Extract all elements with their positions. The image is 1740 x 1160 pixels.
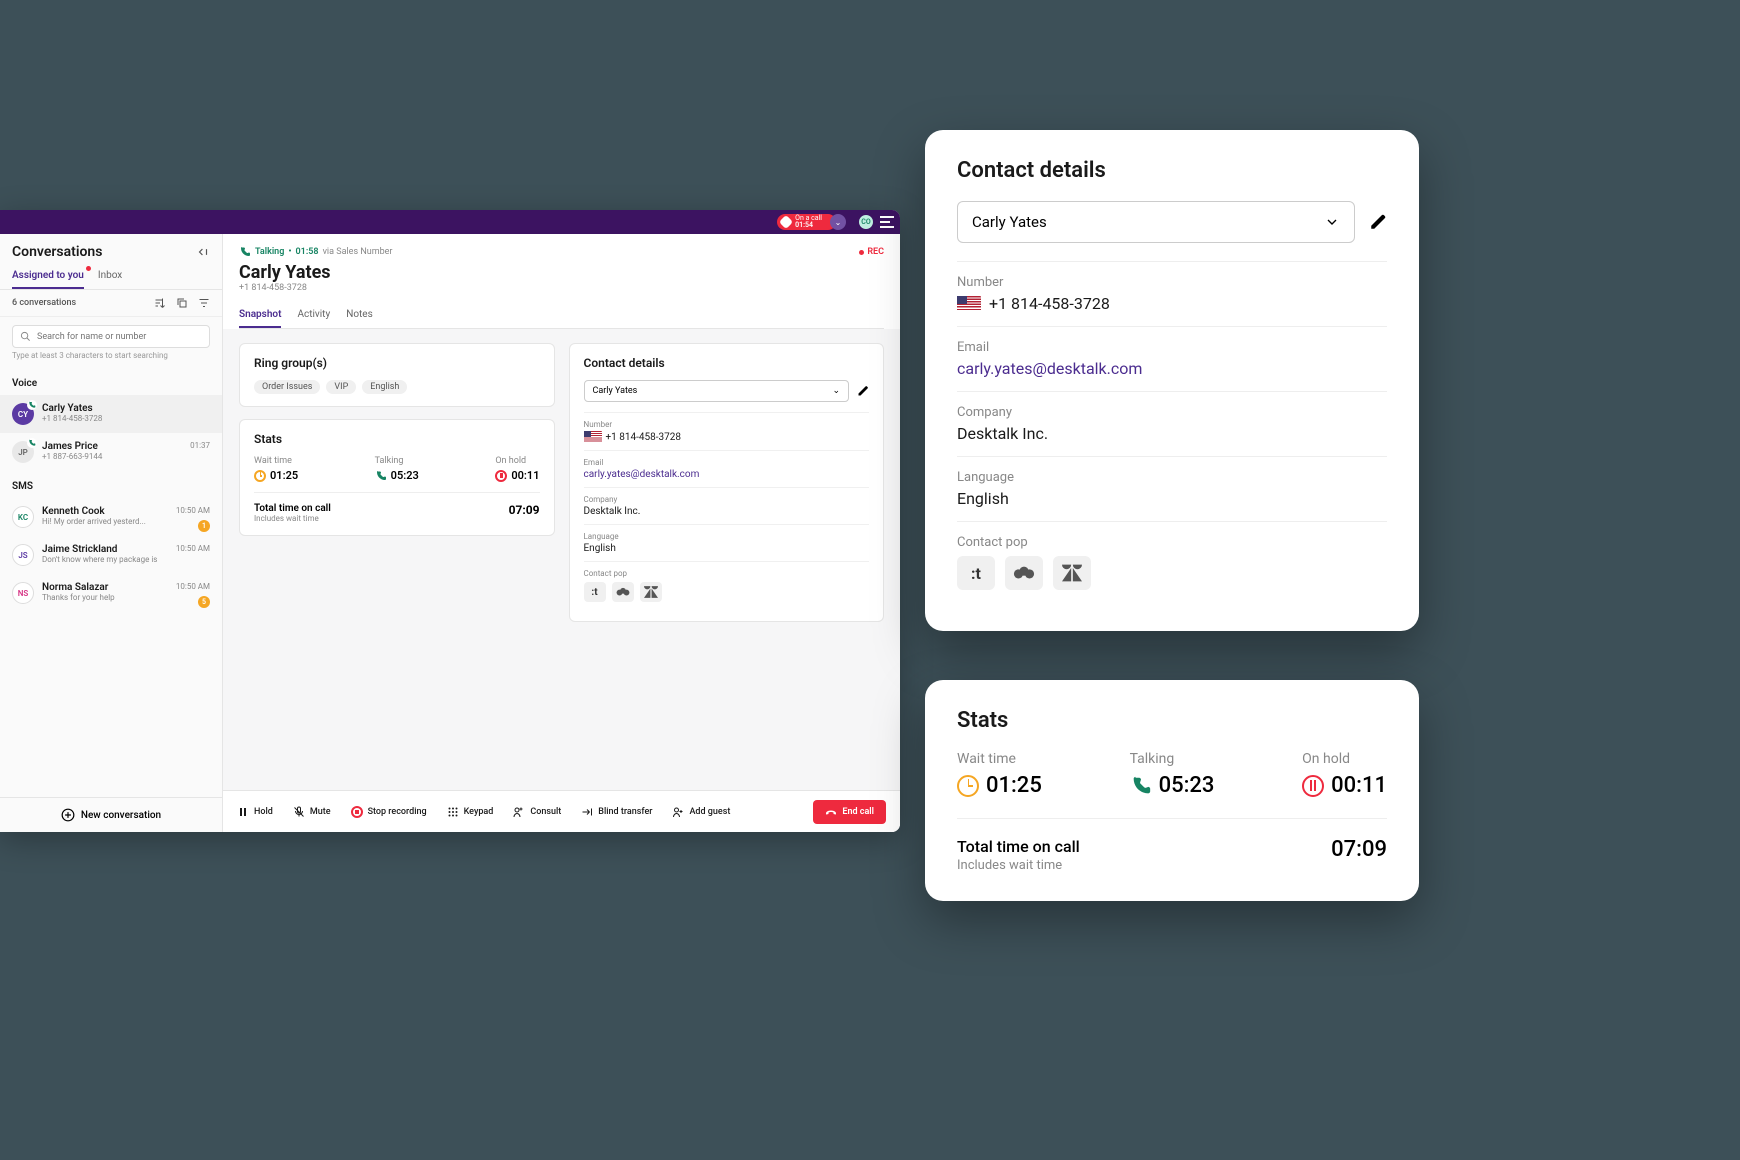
avatar: NS: [12, 582, 34, 604]
integration-talkdesk-icon[interactable]: :t: [957, 556, 995, 590]
tab-activity[interactable]: Activity: [297, 303, 330, 328]
tab-snapshot[interactable]: Snapshot: [239, 303, 281, 328]
record-icon: [351, 806, 363, 818]
sms-section-label: SMS: [0, 471, 222, 498]
call-bar: Hold Mute Stop recording Keypad Consult …: [223, 790, 900, 832]
avatar: KC: [12, 506, 34, 528]
phone-icon: [779, 215, 793, 229]
contact-select[interactable]: Carly Yates: [957, 201, 1355, 243]
conversation-count: 6 conversations: [12, 298, 76, 308]
pause-icon: [495, 470, 507, 482]
conversation-item[interactable]: NSNorma SalazarThanks for your help10:50…: [0, 574, 222, 612]
integration-salesforce-icon[interactable]: [1005, 556, 1043, 590]
chip[interactable]: VIP: [326, 380, 356, 394]
stats-overlay: Stats Wait time01:25 Talking05:23 On hol…: [925, 680, 1419, 901]
integration-salesforce-icon[interactable]: [612, 582, 634, 602]
unread-badge: 1: [198, 520, 210, 532]
end-call-button[interactable]: End call: [813, 800, 886, 824]
notification-dot: [86, 266, 91, 271]
new-conversation-button[interactable]: New conversation: [0, 797, 222, 832]
rec-indicator: REC: [859, 247, 884, 257]
filter-icon[interactable]: [198, 297, 210, 309]
phone-badge-icon: [27, 400, 37, 410]
ring-groups-card: Ring group(s) Order Issues VIP English: [239, 343, 555, 407]
pencil-icon[interactable]: [1369, 213, 1387, 231]
avatar: CY: [12, 403, 34, 425]
add-guest-button[interactable]: Add guest: [672, 806, 730, 818]
contact-name: Carly Yates: [239, 262, 884, 283]
us-flag-icon: [957, 296, 981, 312]
stats-card: Stats Wait time01:25 Talking05:23 On hol…: [239, 419, 555, 536]
conversation-item[interactable]: CYCarly Yates+1 814-458-3728: [0, 395, 222, 433]
contact-details-card: Contact details Carly Yates⌄ Number+1 81…: [569, 343, 885, 622]
clock-icon: [254, 470, 266, 482]
stop-recording-button[interactable]: Stop recording: [351, 806, 427, 818]
sort-icon[interactable]: [154, 297, 166, 309]
consult-button[interactable]: Consult: [513, 806, 561, 818]
phone-hangup-icon: [825, 806, 837, 818]
integration-zendesk-icon[interactable]: [640, 582, 662, 602]
call-status-pill[interactable]: On a call01:54 ⌄: [777, 214, 836, 230]
chevron-down-icon: ⌄: [832, 386, 840, 396]
chevron-down-icon[interactable]: ⌄: [830, 214, 846, 230]
mute-button[interactable]: Mute: [293, 806, 331, 818]
pencil-icon[interactable]: [857, 385, 869, 397]
chevron-down-icon: [1324, 214, 1340, 230]
plus-circle-icon: [61, 808, 75, 822]
integration-talkdesk-icon[interactable]: :t: [584, 582, 606, 602]
contact-phone: +1 814-458-3728: [239, 283, 884, 293]
search-input[interactable]: [12, 325, 210, 348]
phone-icon: [1130, 775, 1152, 797]
tab-notes[interactable]: Notes: [346, 303, 373, 328]
blind-transfer-button[interactable]: Blind transfer: [581, 806, 652, 818]
us-flag-icon: [584, 431, 602, 443]
phone-icon: [239, 246, 251, 258]
email-link[interactable]: carly.yates@desktalk.com: [584, 469, 870, 480]
email-link[interactable]: carly.yates@desktalk.com: [957, 359, 1387, 378]
app-window: On a call01:54 ⌄ CO Conversations Assign…: [0, 210, 900, 832]
collapse-icon[interactable]: [196, 245, 210, 259]
phone-badge-icon: [27, 438, 37, 448]
copy-icon[interactable]: [176, 297, 188, 309]
conversation-item[interactable]: JPJames Price+1 887-663-914401:37: [0, 433, 222, 471]
main-panel: Talking•01:58 via Sales Number REC Carly…: [223, 234, 900, 832]
integration-zendesk-icon[interactable]: [1053, 556, 1091, 590]
search-hint: Type at least 3 characters to start sear…: [0, 351, 222, 368]
voice-section-label: Voice: [0, 368, 222, 395]
menu-icon[interactable]: [880, 216, 894, 228]
contact-select[interactable]: Carly Yates⌄: [584, 380, 850, 402]
user-avatar[interactable]: CO: [858, 214, 874, 230]
keypad-button[interactable]: Keypad: [447, 806, 494, 818]
conversation-item[interactable]: KCKenneth CookHi! My order arrived yeste…: [0, 498, 222, 536]
chip[interactable]: Order Issues: [254, 380, 320, 394]
pause-icon: [1302, 775, 1324, 797]
topbar: On a call01:54 ⌄ CO: [0, 210, 900, 234]
hold-button[interactable]: Hold: [237, 806, 273, 818]
chip[interactable]: English: [362, 380, 407, 394]
avatar: JP: [12, 441, 34, 463]
phone-icon: [375, 470, 387, 482]
contact-details-overlay: Contact details Carly Yates Number+1 814…: [925, 130, 1419, 631]
unread-badge: 5: [198, 596, 210, 608]
tab-inbox[interactable]: Inbox: [98, 264, 122, 289]
search-icon: [20, 331, 31, 342]
sidebar-title: Conversations: [12, 244, 102, 260]
conversation-item[interactable]: JSJaime StricklandDon't know where my pa…: [0, 536, 222, 574]
sidebar: Conversations Assigned to you Inbox 6 co…: [0, 234, 223, 832]
avatar: JS: [12, 544, 34, 566]
clock-icon: [957, 775, 979, 797]
tab-assigned[interactable]: Assigned to you: [12, 264, 84, 289]
